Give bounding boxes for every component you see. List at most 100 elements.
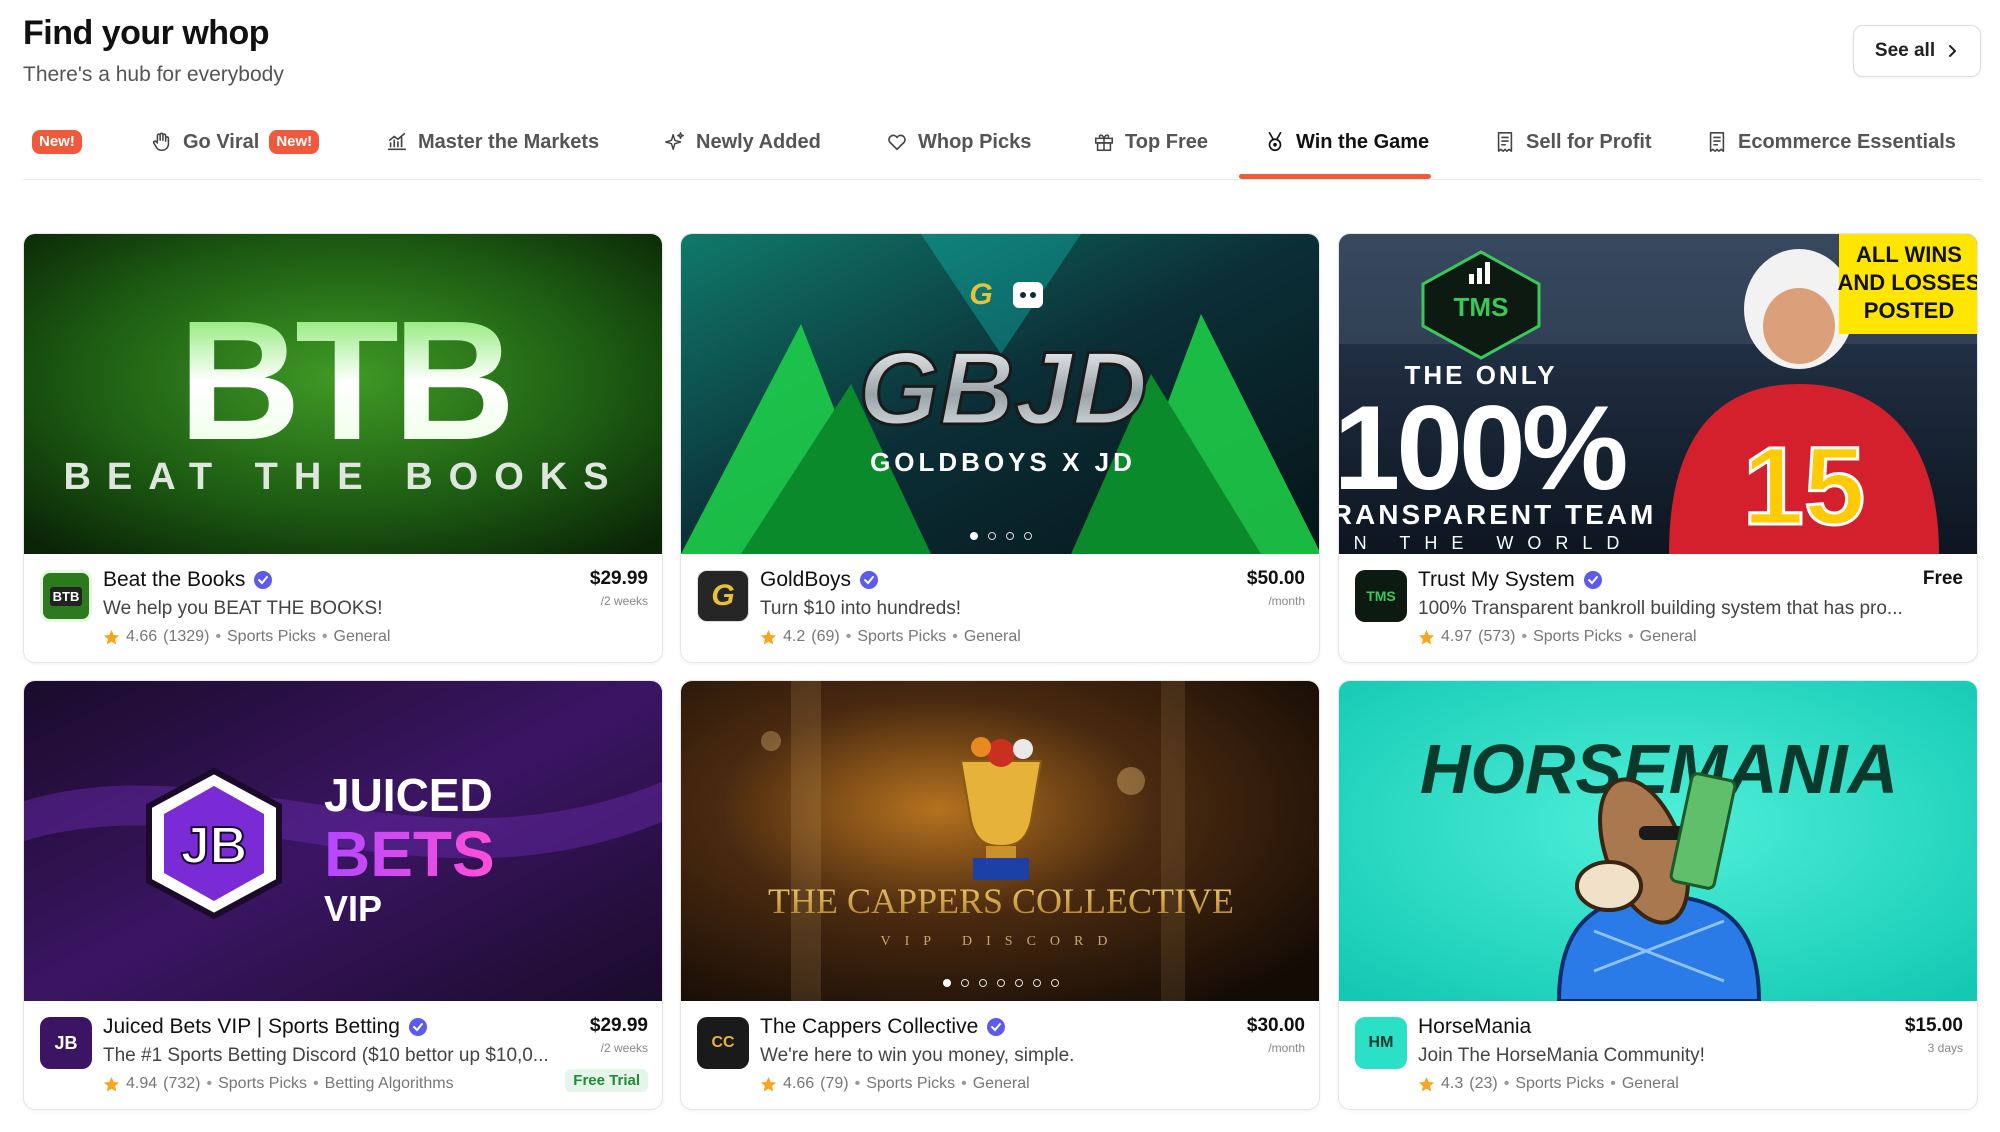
svg-text:TMS: TMS bbox=[1454, 292, 1509, 322]
tab-ecommerce-essentials[interactable]: Ecommerce Essentials bbox=[1706, 126, 1956, 158]
card-logo: BTB bbox=[40, 570, 92, 622]
price-period: /month bbox=[1268, 1041, 1305, 1055]
svg-text:AND LOSSES: AND LOSSES bbox=[1837, 270, 1978, 295]
card-reviews: (69) bbox=[811, 628, 840, 645]
svg-text:100%: 100% bbox=[1339, 381, 1626, 515]
card-logo: JB bbox=[40, 1017, 92, 1069]
card-info: G GoldBoys Turn $10 into hundreds! 4.2 (… bbox=[681, 554, 1319, 662]
card-banner[interactable]: HORSEMANIA bbox=[1339, 681, 1977, 1001]
see-all-button[interactable]: See all bbox=[1853, 25, 1981, 77]
price-period: /2 weeks bbox=[600, 594, 648, 608]
card-meta: 4.66 (1329) • Sports Picks • General bbox=[103, 628, 390, 646]
card-rating: 4.2 bbox=[783, 628, 806, 645]
tab-top-free[interactable]: Top Free bbox=[1093, 126, 1208, 158]
card-subcategory: General bbox=[1621, 1075, 1679, 1092]
tab-newly-added[interactable]: Newly Added bbox=[664, 126, 821, 158]
banner-image: THE CAPPERS COLLECTIVE VIP DISCORD bbox=[681, 681, 1319, 1001]
card-info: JB Juiced Bets VIP | Sports Betting The … bbox=[24, 1001, 662, 1109]
svg-text:GOLDBOYS X JD: GOLDBOYS X JD bbox=[870, 447, 1136, 477]
whop-card-horsemania[interactable]: HORSEMANIA HM HorseMania Join The HorseM… bbox=[1338, 680, 1978, 1110]
whop-card-juiced-bets[interactable]: JB JUICED BETS VIP JB Juiced Bets VIP | … bbox=[23, 680, 663, 1110]
card-reviews: (573) bbox=[1478, 628, 1516, 645]
tab-win-the-game[interactable]: Win the Game bbox=[1264, 126, 1429, 158]
section-header: Find your whop There's a hub for everybo… bbox=[23, 14, 284, 87]
card-category: Sports Picks bbox=[1533, 628, 1623, 645]
tab-whop-picks[interactable]: Whop Picks bbox=[886, 126, 1031, 158]
card-rating: 4.66 bbox=[126, 628, 158, 645]
card-rating: 4.97 bbox=[1441, 628, 1473, 645]
price-amount: $29.99 bbox=[589, 568, 648, 589]
whop-card-beat-the-books[interactable]: BTB BEAT THE BOOKS BTB Beat the Books We… bbox=[23, 233, 663, 663]
card-banner[interactable]: THE CAPPERS COLLECTIVE VIP DISCORD bbox=[681, 681, 1319, 1001]
active-tab-indicator bbox=[1239, 174, 1431, 179]
tab-label: Whop Picks bbox=[918, 130, 1032, 153]
card-banner[interactable]: G GBJD GOLDBOYS X JD bbox=[681, 234, 1319, 554]
banner-image: G GBJD GOLDBOYS X JD bbox=[681, 234, 1319, 554]
card-rating: 4.3 bbox=[1441, 1075, 1464, 1092]
card-description: Join The HorseMania Community! bbox=[1418, 1045, 1705, 1066]
price-period: /2 weeks bbox=[600, 1041, 648, 1055]
see-all-label: See all bbox=[1874, 40, 1936, 61]
card-title-row: Beat the Books bbox=[103, 568, 273, 592]
card-reviews: (23) bbox=[1469, 1075, 1498, 1092]
card-name[interactable]: GoldBoys bbox=[760, 568, 851, 592]
star-icon bbox=[760, 629, 777, 645]
card-subcategory: General bbox=[333, 628, 391, 645]
whop-card-trust-my-system[interactable]: TMS THE ONLY 100% TRANSPARENT TEAM IN TH… bbox=[1338, 233, 1978, 663]
card-banner[interactable]: TMS THE ONLY 100% TRANSPARENT TEAM IN TH… bbox=[1339, 234, 1978, 554]
card-meta: 4.94 (732) • Sports Picks • Betting Algo… bbox=[103, 1075, 454, 1093]
card-subcategory: General bbox=[1639, 628, 1697, 645]
category-tabs: New! Go Viral New! Master the Markets Ne… bbox=[23, 110, 1981, 180]
tab-label: Sell for Profit bbox=[1526, 130, 1652, 153]
new-badge: New! bbox=[32, 130, 82, 154]
card-price: Free bbox=[1923, 568, 1963, 590]
card-name[interactable]: Juiced Bets VIP | Sports Betting bbox=[103, 1015, 400, 1039]
card-name[interactable]: The Cappers Collective bbox=[760, 1015, 978, 1039]
hand-icon bbox=[152, 132, 170, 152]
carousel-dots[interactable] bbox=[681, 979, 1319, 987]
verified-icon bbox=[1583, 571, 1602, 589]
heart-icon bbox=[888, 134, 906, 151]
verified-icon bbox=[408, 1018, 427, 1036]
card-logo: G bbox=[697, 570, 749, 622]
tab-go-viral[interactable]: Go Viral New! bbox=[151, 126, 320, 158]
whop-card-goldboys[interactable]: G GBJD GOLDBOYS X JD G GoldBoys Turn $10… bbox=[680, 233, 1320, 663]
card-meta: 4.2 (69) • Sports Picks • General bbox=[760, 628, 1021, 646]
page-subtitle: There's a hub for everybody bbox=[23, 63, 284, 86]
tab-label: Win the Game bbox=[1296, 130, 1430, 153]
price-amount: $29.99 bbox=[589, 1015, 648, 1036]
card-meta: 4.3 (23) • Sports Picks • General bbox=[1418, 1075, 1679, 1093]
card-price: $29.99 /2 weeks bbox=[590, 568, 648, 608]
card-description: The #1 Sports Betting Discord ($10 betto… bbox=[103, 1045, 549, 1066]
card-title-row: Juiced Bets VIP | Sports Betting bbox=[103, 1015, 428, 1039]
card-info: HM HorseMania Join The HorseMania Commun… bbox=[1339, 1001, 1977, 1109]
card-category: Sports Picks bbox=[218, 1075, 308, 1092]
whop-card-cappers-collective[interactable]: THE CAPPERS COLLECTIVE VIP DISCORD CC Th… bbox=[680, 680, 1320, 1110]
carousel-dots[interactable] bbox=[681, 532, 1319, 540]
card-logo: TMS bbox=[1355, 570, 1407, 622]
card-name[interactable]: Beat the Books bbox=[103, 568, 245, 592]
card-name[interactable]: HorseMania bbox=[1418, 1015, 1531, 1039]
tab-sell-for-profit[interactable]: Sell for Profit bbox=[1494, 126, 1652, 158]
price-period: 3 days bbox=[1927, 1041, 1963, 1055]
svg-text:VIP DISCORD: VIP DISCORD bbox=[881, 934, 1122, 949]
card-name[interactable]: Trust My System bbox=[1418, 568, 1575, 592]
svg-text:G: G bbox=[969, 278, 992, 311]
card-subcategory: General bbox=[972, 1075, 1030, 1092]
star-icon bbox=[1418, 629, 1435, 645]
price-amount: $50.00 bbox=[1246, 568, 1305, 589]
tab-new[interactable]: New! bbox=[32, 126, 82, 158]
tab-master-the-markets[interactable]: Master the Markets bbox=[386, 126, 599, 158]
card-subcategory: Betting Algorithms bbox=[324, 1075, 454, 1092]
tab-label: Newly Added bbox=[696, 130, 821, 153]
card-rating: 4.94 bbox=[126, 1075, 158, 1092]
svg-text:ALL WINS: ALL WINS bbox=[1856, 242, 1962, 267]
banner-image: JB JUICED BETS VIP bbox=[24, 681, 662, 1001]
card-banner[interactable]: BTB BEAT THE BOOKS bbox=[24, 234, 662, 554]
price-amount: $15.00 bbox=[1904, 1015, 1963, 1036]
svg-text:IN THE WORLD: IN THE WORLD bbox=[1339, 533, 1633, 553]
card-title-row: GoldBoys bbox=[760, 568, 879, 592]
card-banner[interactable]: JB JUICED BETS VIP bbox=[24, 681, 662, 1001]
card-category: Sports Picks bbox=[857, 628, 947, 645]
tab-label: Ecommerce Essentials bbox=[1738, 130, 1956, 153]
